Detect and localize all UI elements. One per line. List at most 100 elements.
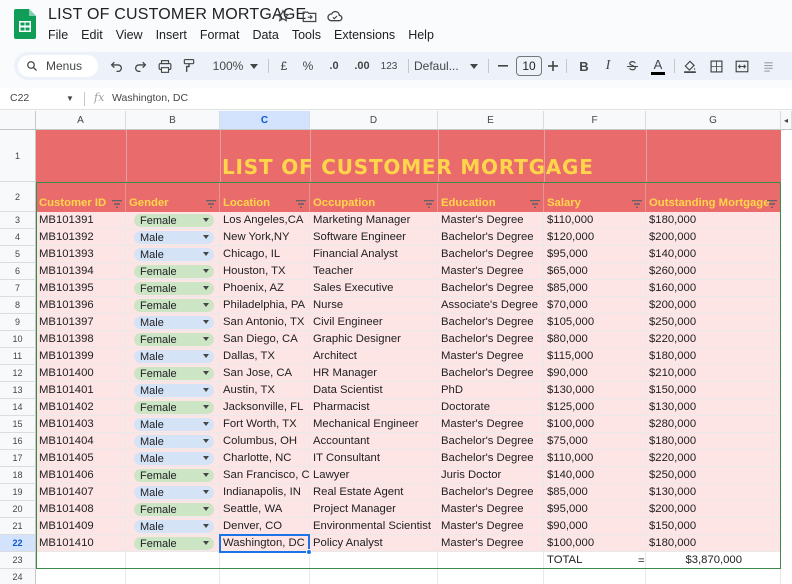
table-cell[interactable] [126,314,220,331]
table-cell[interactable]: New York,NY [220,229,310,246]
table-cell[interactable]: $130,000 [646,399,781,416]
italic-button[interactable]: I [598,52,618,80]
row-header-19[interactable]: 19 [0,484,36,501]
row-header-23[interactable]: 23 [0,552,36,569]
table-cell[interactable] [126,280,220,297]
row-header-8[interactable]: 8 [0,297,36,314]
table-cell[interactable]: $180,000 [646,433,781,450]
row-header-21[interactable]: 21 [0,518,36,535]
table-cell[interactable] [126,416,220,433]
menu-tools[interactable]: Tools [292,28,327,42]
decrease-decimal-button[interactable]: .0 [324,52,344,80]
row-header-13[interactable]: 13 [0,382,36,399]
sheets-logo-icon[interactable] [14,9,36,39]
empty-cell[interactable] [36,552,126,569]
table-cell[interactable]: Bachelor's Degree [438,331,544,348]
row-header-15[interactable]: 15 [0,416,36,433]
table-cell[interactable]: MB101410 [36,535,126,552]
header-cell-salary[interactable]: Salary [544,182,646,212]
column-header-g[interactable]: G [646,111,781,130]
table-cell[interactable]: Dallas, TX [220,348,310,365]
empty-cell[interactable] [220,569,310,584]
redo-icon[interactable] [130,52,150,80]
chevron-down-icon[interactable]: ▼ [66,94,74,103]
table-cell[interactable]: MB101392 [36,229,126,246]
table-cell[interactable]: $105,000 [544,314,646,331]
table-cell[interactable]: Bachelor's Degree [438,314,544,331]
table-cell[interactable]: Fort Worth, TX [220,416,310,433]
table-cell[interactable]: Indianapolis, IN [220,484,310,501]
row-header-16[interactable]: 16 [0,433,36,450]
table-cell[interactable]: $110,000 [544,450,646,467]
total-value[interactable]: $3,870,000 [646,552,781,569]
table-cell[interactable] [126,501,220,518]
row-header-7[interactable]: 7 [0,280,36,297]
table-cell[interactable]: Seattle, WA [220,501,310,518]
table-cell[interactable]: Environmental Scientist [310,518,438,535]
row-header-1[interactable]: 1 [0,130,36,182]
menu-help[interactable]: Help [408,28,440,42]
empty-cell[interactable] [310,552,438,569]
percent-button[interactable]: % [300,52,316,80]
chevron-down-icon[interactable] [468,52,480,80]
table-cell[interactable]: Pharmacist [310,399,438,416]
table-cell[interactable]: San Diego, CA [220,331,310,348]
row-header-2[interactable]: 2 [0,182,36,212]
table-cell[interactable] [126,382,220,399]
table-cell[interactable]: MB101395 [36,280,126,297]
increase-font-size-button[interactable] [546,52,560,80]
document-title[interactable]: LIST OF CUSTOMER MORTGAGE [48,6,306,24]
row-header-22[interactable]: 22 [0,535,36,552]
filter-icon[interactable] [296,199,306,209]
table-cell[interactable]: Master's Degree [438,518,544,535]
table-cell[interactable] [126,467,220,484]
table-cell[interactable]: Financial Analyst [310,246,438,263]
empty-cell[interactable] [438,552,544,569]
header-cell-customer-id[interactable]: Customer ID [36,182,126,212]
search-menus-button[interactable]: Menus [18,55,98,77]
table-cell[interactable]: MB101409 [36,518,126,535]
column-header-d[interactable]: D [310,111,438,130]
horizontal-align-icon[interactable] [760,52,776,80]
table-cell[interactable]: Master's Degree [438,416,544,433]
empty-cell[interactable] [544,569,646,584]
column-header-a[interactable]: A [36,111,126,130]
row-header-11[interactable]: 11 [0,348,36,365]
menu-view[interactable]: View [116,28,149,42]
fill-color-icon[interactable] [680,52,700,80]
empty-cell[interactable] [126,552,220,569]
table-cell[interactable]: Associate's Degree [438,297,544,314]
row-header-17[interactable]: 17 [0,450,36,467]
table-cell[interactable]: Civil Engineer [310,314,438,331]
table-cell[interactable] [126,535,220,552]
column-header-c[interactable]: C [220,111,310,130]
table-cell[interactable] [126,263,220,280]
table-cell[interactable]: San Antonio, TX [220,314,310,331]
empty-cell[interactable] [220,552,310,569]
table-cell[interactable]: Houston, TX [220,263,310,280]
table-cell[interactable]: $115,000 [544,348,646,365]
table-cell[interactable]: Bachelor's Degree [438,280,544,297]
font-size-input[interactable]: 10 [516,56,542,76]
zoom-select[interactable]: 100% [208,52,248,80]
table-cell[interactable]: PhD [438,382,544,399]
text-color-button[interactable]: A [648,52,668,80]
row-header-12[interactable]: 12 [0,365,36,382]
table-cell[interactable]: MB101408 [36,501,126,518]
table-cell[interactable]: Chicago, IL [220,246,310,263]
table-cell[interactable]: MB101401 [36,382,126,399]
table-cell[interactable]: Bachelor's Degree [438,433,544,450]
table-cell[interactable]: San Francisco, CA [220,467,310,484]
undo-icon[interactable] [106,52,126,80]
table-cell[interactable]: $220,000 [646,331,781,348]
empty-cell[interactable] [646,569,781,584]
table-cell[interactable] [126,348,220,365]
column-header-scroll[interactable]: ◂ [781,111,792,130]
table-cell[interactable] [126,212,220,229]
row-header-5[interactable]: 5 [0,246,36,263]
table-cell[interactable]: Nurse [310,297,438,314]
table-cell[interactable]: HR Manager [310,365,438,382]
table-cell[interactable]: Master's Degree [438,263,544,280]
table-cell[interactable]: $180,000 [646,535,781,552]
decrease-font-size-button[interactable] [496,52,510,80]
